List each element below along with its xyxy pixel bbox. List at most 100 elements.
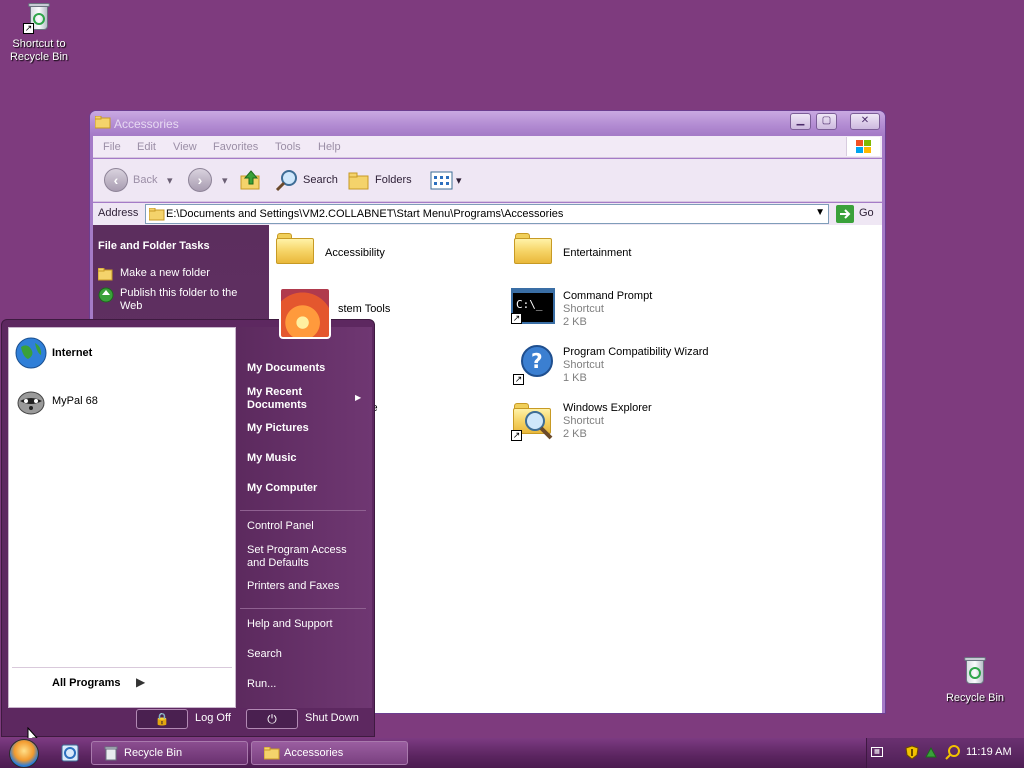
start-item-my-recent-documents[interactable]: My Recent Documents bbox=[247, 386, 347, 412]
back-arrow-icon[interactable]: ‹ bbox=[104, 168, 128, 192]
item-type: Shortcut bbox=[563, 415, 604, 427]
item-program-compatibility-wizard[interactable]: Program Compatibility Wizard Shortcut 1 … bbox=[563, 346, 708, 385]
item-size: 2 KB bbox=[563, 428, 587, 440]
start-item-my-documents[interactable]: My Documents bbox=[247, 362, 325, 375]
task-pane-title: File and Folder Tasks bbox=[98, 240, 210, 252]
minimize-button[interactable]: ▁ bbox=[790, 113, 811, 130]
lock-icon[interactable]: 🔒 bbox=[136, 709, 188, 729]
submenu-arrow-icon: ▶ bbox=[355, 393, 362, 402]
publish-folder-link[interactable]: Publish this folder to the Web bbox=[120, 287, 260, 313]
item-command-prompt[interactable]: Command Prompt Shortcut 2 KB bbox=[563, 290, 652, 329]
window-titlebar[interactable]: Accessories ▁ ▢ ✕ bbox=[90, 111, 885, 135]
start-item-set-program-access[interactable]: Set Program Access and Defaults bbox=[247, 544, 362, 570]
address-field[interactable]: E:\Documents and Settings\VM2.COLLABNET\… bbox=[145, 204, 829, 224]
recycle-bin-icon bbox=[104, 746, 118, 761]
start-item-my-computer[interactable]: My Computer bbox=[247, 482, 317, 495]
forward-dropdown-icon[interactable]: ▾ bbox=[222, 174, 228, 187]
shortcut-arrow-icon: ↗ bbox=[513, 374, 524, 385]
search-icon[interactable] bbox=[275, 169, 299, 193]
taskbar-button-label: Recycle Bin bbox=[124, 747, 183, 759]
svg-text:?: ? bbox=[531, 349, 543, 373]
start-item-run[interactable]: Run... bbox=[247, 678, 276, 691]
folder-icon[interactable] bbox=[276, 233, 314, 264]
start-item-printers-faxes[interactable]: Printers and Faxes bbox=[247, 580, 339, 593]
item-system-tools[interactable]: stem Tools bbox=[338, 303, 390, 316]
divider bbox=[12, 667, 232, 668]
desktop-icon-label: Recycle Bin bbox=[945, 692, 1005, 704]
start-item-my-music[interactable]: My Music bbox=[247, 452, 297, 465]
start-item-my-pictures[interactable]: My Pictures bbox=[247, 422, 309, 435]
user-avatar[interactable] bbox=[279, 287, 331, 339]
search-button[interactable]: Search bbox=[303, 174, 338, 186]
item-name: Windows Explorer bbox=[563, 402, 652, 414]
menu-edit[interactable]: Edit bbox=[137, 141, 156, 153]
globe-icon bbox=[15, 337, 47, 369]
back-button[interactable]: Back bbox=[133, 174, 157, 186]
start-item-control-panel[interactable]: Control Panel bbox=[247, 520, 314, 533]
clock[interactable]: 11:19 AM bbox=[966, 746, 1012, 758]
desktop-icon-shortcut-recycle-bin[interactable]: ↗ Shortcut to Recycle Bin bbox=[1, 2, 77, 64]
item-entertainment[interactable]: Entertainment bbox=[563, 247, 631, 260]
taskbar-button-accessories[interactable]: Accessories bbox=[251, 741, 408, 765]
folder-icon[interactable] bbox=[514, 233, 552, 264]
maximize-button[interactable]: ▢ bbox=[816, 113, 837, 130]
folders-icon[interactable] bbox=[348, 172, 370, 190]
views-icon[interactable] bbox=[430, 171, 454, 191]
back-dropdown-icon[interactable]: ▾ bbox=[167, 174, 173, 187]
shut-down-button[interactable]: Shut Down bbox=[305, 712, 359, 724]
command-prompt-icon[interactable]: C:\_ ↗ bbox=[511, 288, 555, 324]
keyboard-icon[interactable]: ▦ bbox=[871, 747, 883, 757]
forward-arrow-icon[interactable]: › bbox=[188, 168, 212, 192]
up-folder-icon[interactable] bbox=[240, 169, 262, 191]
divider bbox=[240, 510, 366, 511]
make-new-folder-link[interactable]: Make a new folder bbox=[120, 267, 210, 279]
taskbar-button-label: Accessories bbox=[284, 747, 344, 759]
folder-icon bbox=[95, 116, 111, 129]
search-tray-icon[interactable] bbox=[945, 745, 960, 760]
folder-icon bbox=[264, 747, 280, 760]
menu-file[interactable]: File bbox=[103, 141, 121, 153]
start-item-mypal[interactable]: MyPal 68 bbox=[52, 395, 98, 408]
network-icon[interactable] bbox=[924, 745, 938, 760]
address-value: E:\Documents and Settings\VM2.COLLABNET\… bbox=[166, 208, 564, 220]
item-size: 2 KB bbox=[563, 316, 587, 328]
desktop-icon-label: Recycle Bin bbox=[9, 51, 69, 63]
folders-button[interactable]: Folders bbox=[375, 174, 412, 186]
menu-tools[interactable]: Tools bbox=[275, 141, 301, 153]
menu-bar: File Edit View Favorites Tools Help bbox=[93, 136, 882, 158]
item-name: Command Prompt bbox=[563, 290, 653, 302]
arrow-right-icon: ▶ bbox=[136, 675, 146, 689]
security-shield-icon[interactable] bbox=[905, 745, 919, 760]
recycle-bin-icon bbox=[959, 656, 991, 688]
item-type: Shortcut bbox=[563, 303, 604, 315]
shortcut-arrow-icon: ↗ bbox=[23, 23, 34, 34]
item-windows-explorer[interactable]: Windows Explorer Shortcut 2 KB bbox=[563, 402, 652, 441]
windows-explorer-icon[interactable]: ↗ bbox=[511, 397, 555, 441]
menu-favorites[interactable]: Favorites bbox=[213, 141, 258, 153]
desktop-icon-recycle-bin[interactable]: Recycle Bin bbox=[937, 656, 1013, 705]
shortcut-arrow-icon: ↗ bbox=[511, 430, 522, 441]
start-item-internet[interactable]: Internet bbox=[52, 347, 92, 360]
help-wizard-icon[interactable]: ? ↗ bbox=[513, 343, 555, 385]
divider bbox=[240, 608, 366, 609]
start-item-help-support[interactable]: Help and Support bbox=[247, 618, 333, 631]
item-accessibility[interactable]: Accessibility bbox=[325, 247, 385, 260]
address-label: Address bbox=[98, 207, 139, 219]
power-icon[interactable]: ⏻ bbox=[246, 709, 298, 729]
recycle-bin-icon: ↗ bbox=[23, 2, 55, 34]
views-dropdown-icon[interactable]: ▾ bbox=[456, 174, 462, 187]
item-type: Shortcut bbox=[563, 359, 604, 371]
log-off-button[interactable]: Log Off bbox=[195, 712, 231, 724]
start-button[interactable] bbox=[9, 739, 39, 768]
taskbar-button-recycle-bin[interactable]: Recycle Bin bbox=[91, 741, 248, 765]
go-arrow-icon[interactable] bbox=[836, 205, 854, 223]
go-button[interactable]: Go bbox=[859, 207, 874, 219]
menu-help[interactable]: Help bbox=[318, 141, 341, 153]
publish-web-icon bbox=[98, 287, 114, 303]
start-item-search[interactable]: Search bbox=[247, 648, 282, 661]
all-programs-button[interactable]: All Programs bbox=[52, 677, 120, 690]
address-dropdown-icon[interactable]: ▼ bbox=[815, 207, 825, 218]
close-button[interactable]: ✕ bbox=[850, 113, 880, 130]
menu-view[interactable]: View bbox=[173, 141, 197, 153]
quick-launch-browser-icon[interactable] bbox=[61, 744, 79, 762]
